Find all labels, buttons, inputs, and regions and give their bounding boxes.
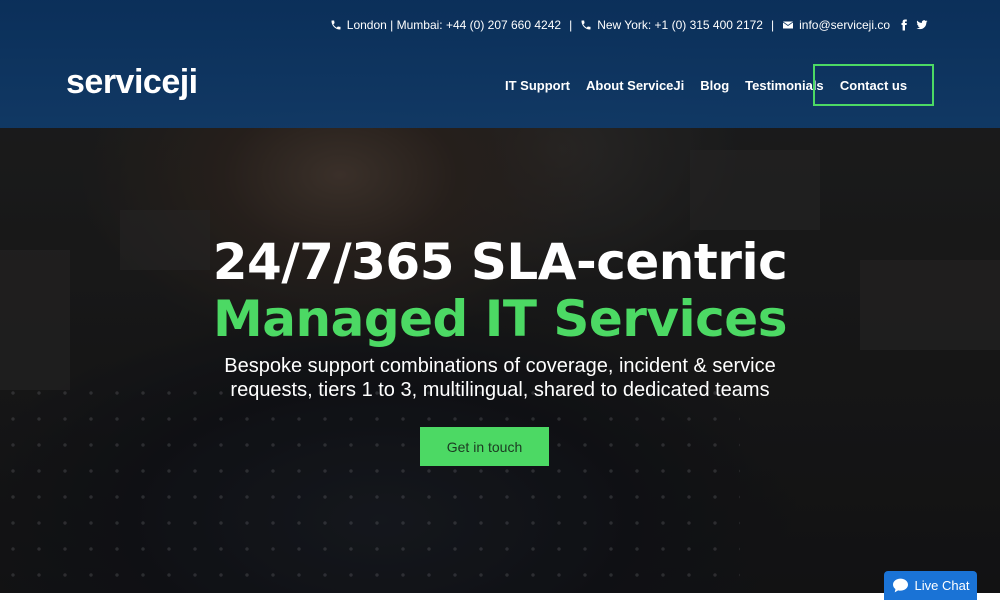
- topbar-separator: |: [569, 18, 573, 32]
- live-chat-label: Live Chat: [914, 578, 970, 593]
- hero-headline: 24/7/365 SLA-centric: [212, 233, 788, 291]
- email-text: info@serviceji.co: [799, 18, 890, 32]
- topbar-separator: |: [770, 18, 775, 32]
- nav-item-it-support[interactable]: IT Support: [505, 78, 570, 93]
- nav-item-testimonials[interactable]: Testimonials: [745, 78, 824, 93]
- serviceji-logo[interactable]: serviceji: [66, 62, 198, 102]
- chat-bubble-icon: [892, 578, 909, 593]
- envelope-icon: [782, 19, 794, 31]
- contact-us-button[interactable]: Contact us: [813, 64, 934, 106]
- new-york-phone[interactable]: New York: +1 (0) 315 400 2172: [580, 18, 763, 32]
- hero-subtitle: Bespoke support combinations of coverage…: [224, 355, 776, 401]
- phone-icon: [580, 19, 592, 31]
- email-link[interactable]: info@serviceji.co: [782, 18, 890, 32]
- new-york-phone-text: New York: +1 (0) 315 400 2172: [597, 18, 763, 32]
- nav-item-blog[interactable]: Blog: [700, 78, 729, 93]
- facebook-icon[interactable]: [898, 19, 910, 31]
- nav-item-about-serviceji[interactable]: About ServiceJi: [586, 78, 684, 93]
- page-bottom-edge: [0, 593, 1000, 600]
- main-nav: IT Support About ServiceJi Blog Testimon…: [505, 75, 824, 95]
- social-links: [898, 19, 928, 31]
- london-mumbai-phone[interactable]: London | Mumbai: +44 (0) 207 660 4242: [330, 18, 561, 32]
- london-mumbai-phone-text: London | Mumbai: +44 (0) 207 660 4242: [346, 18, 562, 32]
- phone-icon: [330, 19, 342, 31]
- contact-topbar: London | Mumbai: +44 (0) 207 660 4242 | …: [330, 16, 928, 34]
- twitter-icon[interactable]: [916, 19, 928, 31]
- hero-headline-accent: Managed IT Services: [213, 290, 787, 348]
- get-in-touch-button[interactable]: Get in touch: [420, 427, 549, 466]
- live-chat-button[interactable]: Live Chat: [884, 571, 977, 600]
- site-header: London | Mumbai: +44 (0) 207 660 4242 | …: [0, 0, 1000, 128]
